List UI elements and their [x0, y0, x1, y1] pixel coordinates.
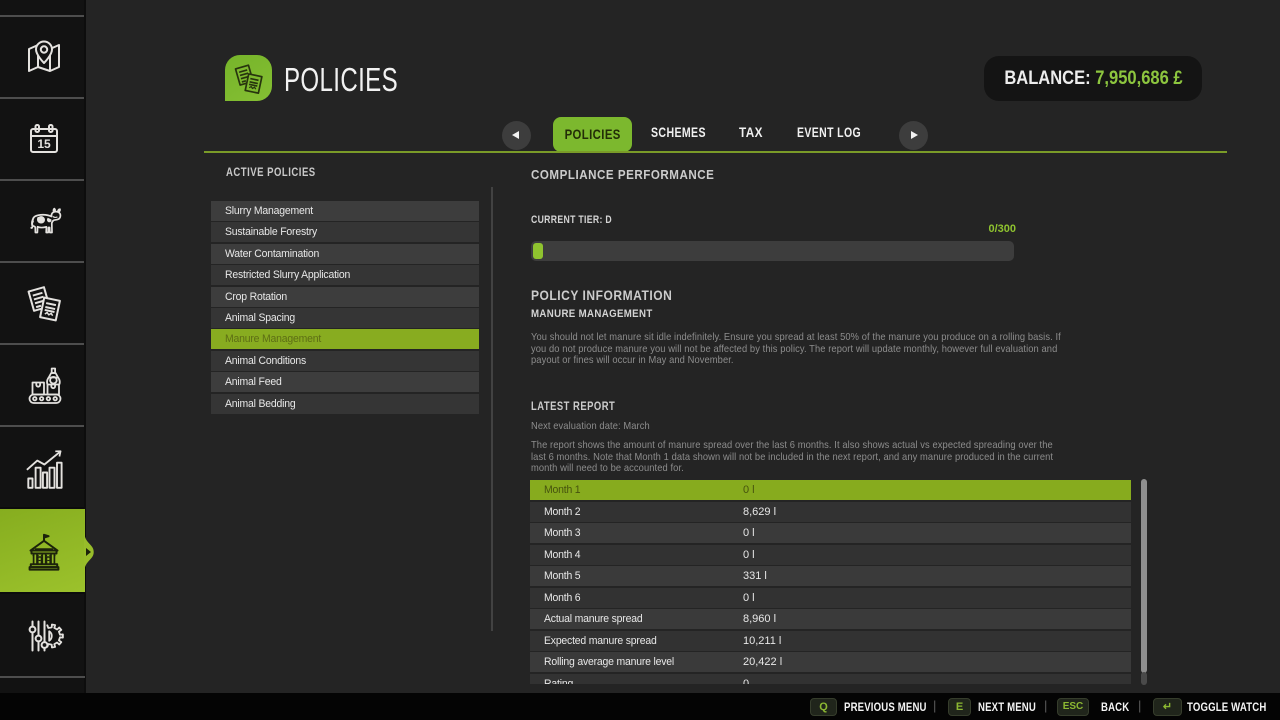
svg-text:15: 15 — [37, 137, 51, 151]
